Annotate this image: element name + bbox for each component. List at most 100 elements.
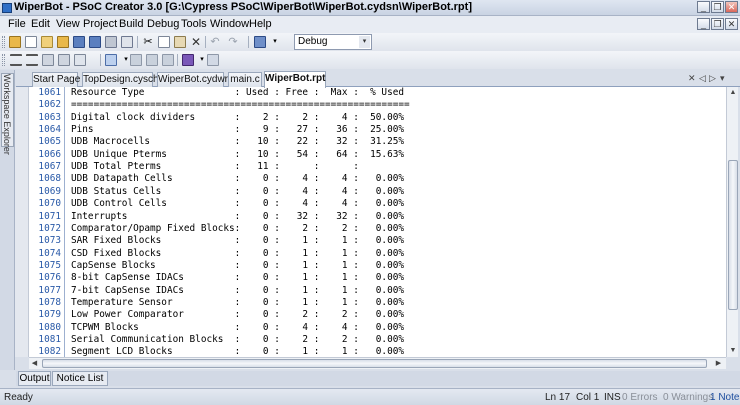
uncomment-icon[interactable] [58, 54, 70, 66]
scroll-down-icon[interactable]: ▼ [728, 345, 738, 356]
line-text: SAR Fixed Blocks : 0 : 1 : 1 : 0.00% [71, 235, 405, 247]
save-icon[interactable] [73, 36, 85, 48]
report-editor[interactable]: 1061 Resource Type : Used : Free : Max : … [29, 87, 726, 357]
vertical-scrollbar[interactable]: ▲ ▼ [726, 87, 738, 357]
scroll-right-icon[interactable]: ▶ [713, 358, 724, 369]
toolbar-grip[interactable] [2, 36, 5, 48]
line-text: Comparator/Opamp Fixed Blocks: 0 : 2 : 2… [71, 222, 405, 234]
doc-restore-button[interactable]: ❐ [711, 18, 724, 30]
report-line: 1080 TCPWM Blocks : 0 : 4 : 4 : 0.00% [29, 322, 726, 334]
menu-build[interactable]: Build [119, 18, 143, 30]
scroll-tabs-right-icon[interactable]: ▷ [709, 73, 716, 84]
status-warnings[interactable]: 0 Warnings [663, 392, 713, 403]
chevron-down-icon: ▾ [359, 36, 370, 48]
tab-topdesign[interactable]: TopDesign.cysch [82, 72, 159, 87]
open-folder-icon[interactable] [41, 36, 53, 48]
close-button[interactable]: ✕ [725, 1, 738, 13]
tab-list-icon[interactable]: ▾ [720, 73, 725, 84]
attach-icon[interactable] [162, 54, 174, 66]
menu-edit[interactable]: Edit [31, 18, 50, 30]
build-configuration-select[interactable]: Debug ▾ [294, 34, 372, 50]
scroll-tabs-left-icon[interactable]: ◁ [699, 73, 706, 84]
paste-icon[interactable] [174, 36, 186, 48]
tab-notice-list[interactable]: Notice List [52, 371, 108, 386]
comment-icon[interactable] [42, 54, 54, 66]
debug-icon[interactable] [146, 54, 158, 66]
toolbar-standard: ✂ ✕ ↶ ↷ ▾ Debug ▾ [0, 33, 740, 51]
line-number: 1077 [38, 284, 61, 296]
cut-icon[interactable]: ✂ [142, 36, 154, 48]
title-bar: WiperBot - PSoC Creator 3.0 [G:\Cypress … [0, 0, 740, 16]
report-line: 1078 Temperature Sensor : 0 : 1 : 1 : 0.0… [29, 297, 726, 309]
component-catalog-icon[interactable] [182, 54, 194, 66]
report-line: 1075 CapSense Blocks : 0 : 1 : 1 : 0.00% [29, 260, 726, 272]
horizontal-scroll-thumb[interactable] [42, 359, 707, 368]
line-text: CapSense Blocks : 0 : 1 : 1 : 0.00% [71, 259, 405, 271]
print-preview-icon[interactable] [121, 36, 133, 48]
tab-main-c[interactable]: main.c [228, 72, 262, 87]
toolbar-editor: ▾ ▾ [0, 51, 740, 69]
build-icon[interactable] [254, 36, 266, 48]
menu-debug[interactable]: Debug [147, 18, 179, 30]
chip-icon[interactable] [105, 54, 117, 66]
menu-window[interactable]: Window [210, 18, 249, 30]
report-line: 1071 Interrupts : 0 : 32 : 32 : 0.00% [29, 211, 726, 223]
delete-icon[interactable]: ✕ [190, 36, 202, 48]
doc-minimize-button[interactable]: _ [697, 18, 710, 30]
report-line: 1065 UDB Macrocells : 10 : 22 : 32 : 31.2… [29, 136, 726, 148]
line-number: 1075 [38, 259, 61, 271]
copy-icon[interactable] [158, 36, 170, 48]
program-icon[interactable] [130, 54, 142, 66]
line-number: 1069 [38, 185, 61, 197]
tab-output[interactable]: Output [18, 371, 51, 386]
scroll-up-icon[interactable]: ▲ [728, 87, 738, 98]
doc-close-button[interactable]: ✕ [725, 18, 738, 30]
toolbar-separator [248, 36, 249, 48]
tab-wiperbot-rpt[interactable]: WiperBot.rpt [264, 71, 326, 88]
print-icon[interactable] [105, 36, 117, 48]
line-number: 1070 [38, 198, 61, 210]
outdent-icon[interactable] [26, 54, 38, 66]
undo-icon[interactable]: ↶ [209, 36, 221, 48]
tab-start-page[interactable]: Start Page [32, 72, 80, 87]
tab-wiperbot-cydwr[interactable]: WiperBot.cydwr [157, 72, 228, 87]
menu-tools[interactable]: Tools [181, 18, 207, 30]
indent-icon[interactable] [10, 54, 22, 66]
find-icon[interactable] [207, 54, 219, 66]
close-tab-icon[interactable]: ✕ [688, 73, 696, 84]
line-text: Pins : 9 : 27 : 36 : 25.00% [71, 124, 405, 136]
menu-view[interactable]: View [56, 18, 80, 30]
scroll-left-icon[interactable]: ◀ [29, 358, 40, 369]
report-line: 1066 UDB Unique Pterms : 10 : 54 : 64 : 1… [29, 149, 726, 161]
workspace-explorer-tab[interactable]: Workspace Explorer [1, 73, 14, 155]
report-line: 1077 7-bit CapSense IDACs : 0 : 1 : 1 : 0… [29, 285, 726, 297]
line-number: 1081 [38, 334, 61, 345]
vertical-scroll-thumb[interactable] [728, 160, 738, 310]
report-line: 1072 Comparator/Opamp Fixed Blocks: 0 : 2… [29, 223, 726, 235]
app-icon [2, 3, 12, 13]
status-notes[interactable]: 1 Notes [710, 392, 740, 403]
status-column: Col 1 [576, 392, 600, 403]
line-number: 1062 [38, 99, 61, 111]
minimize-button[interactable]: _ [697, 1, 710, 13]
status-errors[interactable]: 0 Errors [622, 392, 658, 403]
menu-help[interactable]: Help [249, 18, 272, 30]
open-file-icon[interactable] [57, 36, 69, 48]
bookmark-icon[interactable] [74, 54, 86, 66]
report-line: 1070 UDB Control Cells : 0 : 4 : 4 : 0.00… [29, 198, 726, 210]
report-line: 1082 Segment LCD Blocks : 0 : 1 : 1 : 0.0… [29, 346, 726, 357]
new-file-icon[interactable] [25, 36, 37, 48]
new-project-icon[interactable] [9, 36, 21, 48]
menu-file[interactable]: File [8, 18, 26, 30]
line-number: 1063 [38, 111, 61, 123]
line-number: 1079 [38, 309, 61, 321]
save-all-icon[interactable] [89, 36, 101, 48]
maximize-button[interactable]: ❐ [711, 1, 724, 13]
horizontal-scrollbar[interactable]: ◀ ▶ [29, 357, 726, 369]
redo-icon[interactable]: ↷ [227, 36, 239, 48]
line-number: 1080 [38, 321, 61, 333]
menu-project[interactable]: Project [83, 18, 117, 30]
build-dropdown-icon[interactable]: ▾ [269, 36, 281, 48]
toolbar-grip[interactable] [2, 54, 5, 66]
line-number: 1072 [38, 222, 61, 234]
